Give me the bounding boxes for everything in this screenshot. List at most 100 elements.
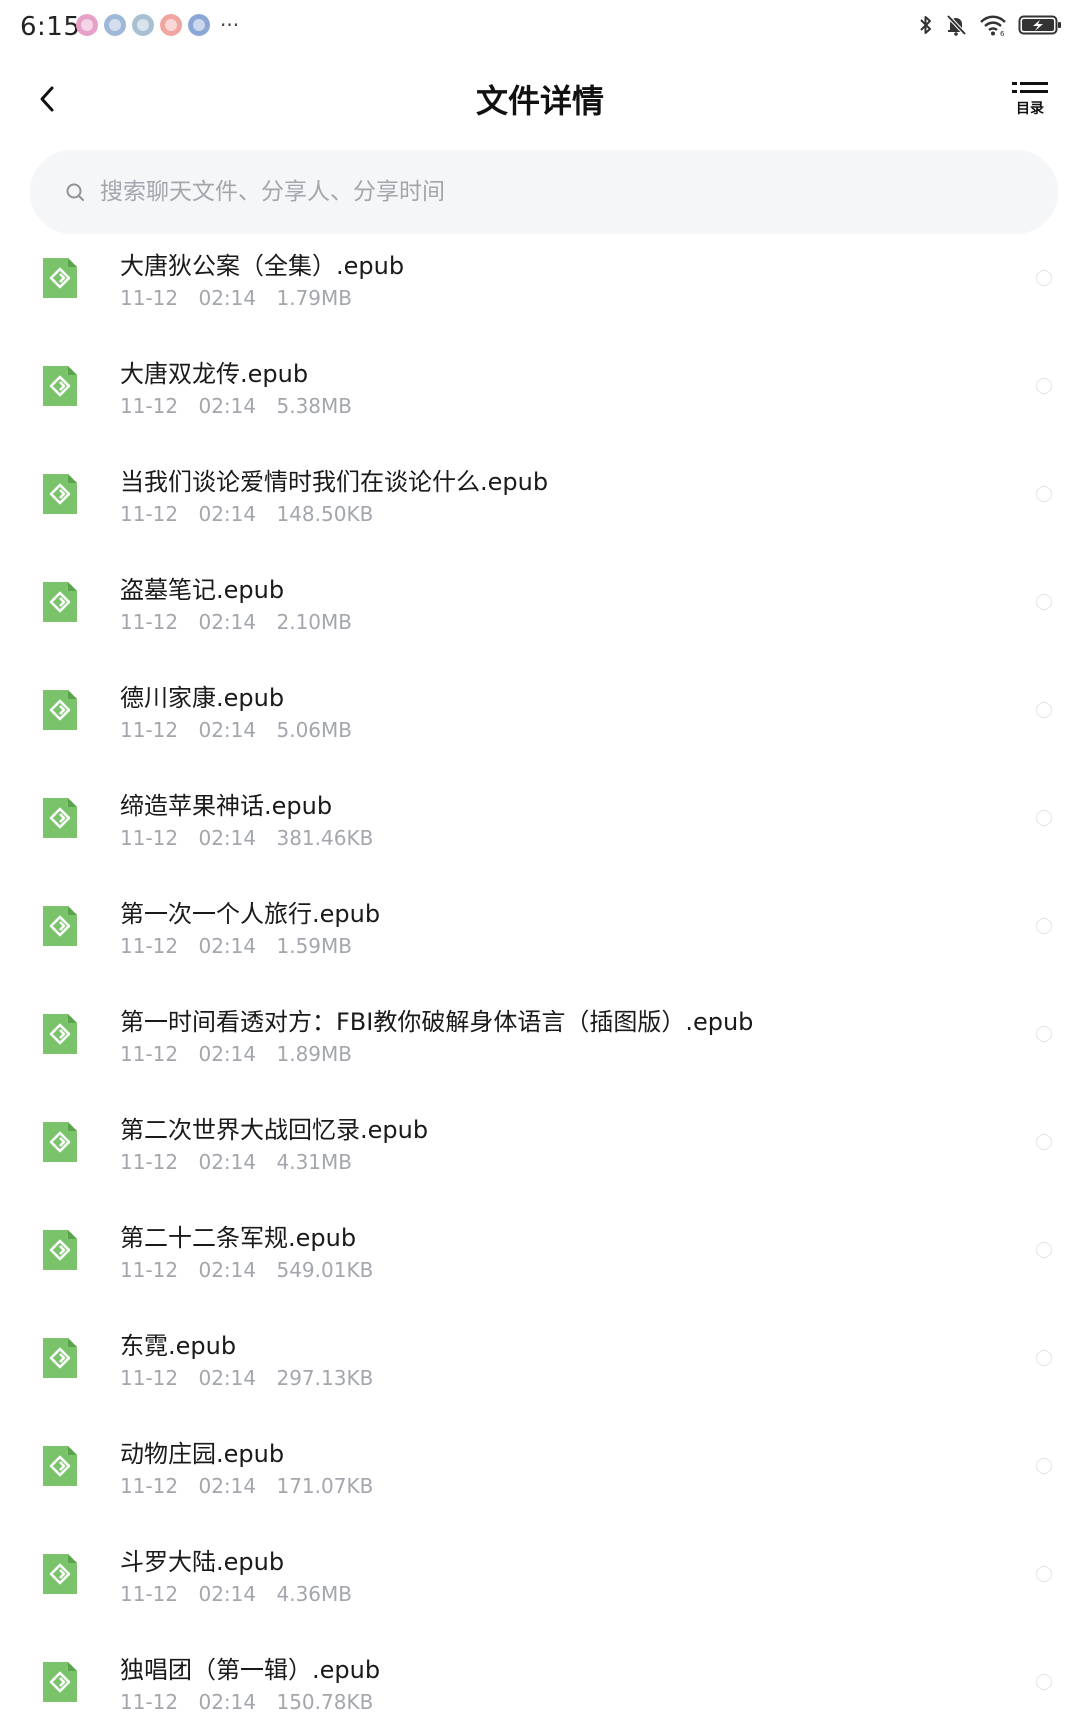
file-list-item[interactable]: 第一次一个人旅行.epub 11-12 02:14 1.59MB [0,874,1080,982]
file-time: 02:14 [198,610,257,634]
select-checkbox[interactable] [1036,918,1052,934]
file-date: 11-12 [120,1474,179,1498]
file-list-item[interactable]: 斗罗大陆.epub 11-12 02:14 4.36MB [0,1522,1080,1630]
file-size: 150.78KB [276,1690,374,1714]
file-list-item[interactable]: 东霓.epub 11-12 02:14 297.13KB [0,1306,1080,1414]
file-meta: 11-12 02:14 5.06MB [120,718,352,742]
file-list-item[interactable]: 第二次世界大战回忆录.epub 11-12 02:14 4.31MB [0,1090,1080,1198]
file-list-item[interactable]: 第一时间看透对方：FBI教你破解身体语言（插图版）.epub 11-12 02:… [0,982,1080,1090]
header: 文件详情 目录 [0,56,1080,144]
file-name: 第二次世界大战回忆录.epub [120,1116,429,1144]
file-meta: 11-12 02:14 148.50KB [120,502,373,526]
mute-bell-icon [946,14,967,36]
epub-file-icon [43,906,77,946]
file-meta: 11-12 02:14 549.01KB [120,1258,373,1282]
file-time: 02:14 [198,1150,257,1174]
file-time: 02:14 [198,934,257,958]
select-checkbox[interactable] [1036,1242,1052,1258]
file-name: 大唐狄公案（全集）.epub [120,252,405,280]
file-time: 02:14 [198,1042,257,1066]
file-list-item[interactable]: 德川家康.epub 11-12 02:14 5.06MB [0,658,1080,766]
epub-file-icon [43,258,77,298]
select-checkbox[interactable] [1036,1674,1052,1690]
epub-file-icon [43,366,77,406]
search-input[interactable] [100,179,1000,205]
file-list-item[interactable]: 大唐狄公案（全集）.epub 11-12 02:14 1.79MB [0,226,1080,334]
epub-file-icon [43,798,77,838]
app-notification-icon [104,14,126,36]
select-checkbox[interactable] [1036,810,1052,826]
file-date: 11-12 [120,394,179,418]
select-checkbox[interactable] [1036,270,1052,286]
file-date: 11-12 [120,1690,179,1714]
epub-file-icon [43,1554,77,1594]
file-date: 11-12 [120,1366,179,1390]
file-list-item[interactable]: 盗墓笔记.epub 11-12 02:14 2.10MB [0,550,1080,658]
file-time: 02:14 [198,502,257,526]
epub-file-icon [43,1122,77,1162]
select-checkbox[interactable] [1036,1458,1052,1474]
select-checkbox[interactable] [1036,594,1052,610]
file-list-item[interactable]: 当我们谈论爱情时我们在谈论什么.epub 11-12 02:14 148.50K… [0,442,1080,550]
select-checkbox[interactable] [1036,1026,1052,1042]
file-name: 东霓.epub [120,1332,237,1360]
file-size: 1.89MB [276,1042,352,1066]
file-time: 02:14 [198,1258,257,1282]
file-size: 549.01KB [276,1258,374,1282]
file-list-item[interactable]: 缔造苹果神话.epub 11-12 02:14 381.46KB [0,766,1080,874]
file-meta: 11-12 02:14 2.10MB [120,610,352,634]
toc-button[interactable]: 目录 [1010,80,1050,124]
file-name: 动物庄园.epub [120,1440,285,1468]
select-checkbox[interactable] [1036,1566,1052,1582]
file-date: 11-12 [120,718,179,742]
file-date: 11-12 [120,1042,179,1066]
file-size: 5.06MB [276,718,352,742]
file-time: 02:14 [198,394,257,418]
file-list-item[interactable]: 独唱团（第一辑）.epub 11-12 02:14 150.78KB [0,1630,1080,1728]
file-meta: 11-12 02:14 297.13KB [120,1366,373,1390]
file-name: 独唱团（第一辑）.epub [120,1656,381,1684]
file-size: 381.46KB [276,826,374,850]
file-date: 11-12 [120,286,179,310]
wifi-icon: 6 [980,15,1006,37]
file-time: 02:14 [198,286,257,310]
select-checkbox[interactable] [1036,378,1052,394]
file-meta: 11-12 02:14 4.36MB [120,1582,352,1606]
file-size: 1.79MB [276,286,352,310]
file-meta: 11-12 02:14 150.78KB [120,1690,373,1714]
file-meta: 11-12 02:14 381.46KB [120,826,373,850]
file-time: 02:14 [198,1366,257,1390]
search-box[interactable] [30,150,1058,234]
list-icon [1012,82,1048,93]
file-time: 02:14 [198,1582,257,1606]
file-name: 德川家康.epub [120,684,285,712]
status-time: 6:15 [20,12,81,42]
file-meta: 11-12 02:14 5.38MB [120,394,352,418]
file-list-item[interactable]: 第二十二条军规.epub 11-12 02:14 549.01KB [0,1198,1080,1306]
file-size: 5.38MB [276,394,352,418]
file-name: 大唐双龙传.epub [120,360,309,388]
bluetooth-icon [920,16,931,34]
epub-file-icon [43,582,77,622]
file-list-item[interactable]: 动物庄园.epub 11-12 02:14 171.07KB [0,1414,1080,1522]
select-checkbox[interactable] [1036,1350,1052,1366]
epub-file-icon [43,1446,77,1486]
svg-text:6: 6 [1000,30,1005,37]
epub-file-icon [43,690,77,730]
select-checkbox[interactable] [1036,702,1052,718]
select-checkbox[interactable] [1036,486,1052,502]
battery-charging-icon [1018,15,1061,35]
status-bar: 6:15 ··· 6 [0,0,1080,56]
file-list-item[interactable]: 大唐双龙传.epub 11-12 02:14 5.38MB [0,334,1080,442]
file-meta: 11-12 02:14 1.79MB [120,286,352,310]
file-size: 1.59MB [276,934,352,958]
file-time: 02:14 [198,826,257,850]
select-checkbox[interactable] [1036,1134,1052,1150]
file-name: 缔造苹果神话.epub [120,792,333,820]
file-date: 11-12 [120,826,179,850]
epub-file-icon [43,1230,77,1270]
more-notifications-icon: ··· [220,13,240,37]
file-time: 02:14 [198,1474,257,1498]
page-title: 文件详情 [475,82,604,120]
file-size: 297.13KB [276,1366,374,1390]
